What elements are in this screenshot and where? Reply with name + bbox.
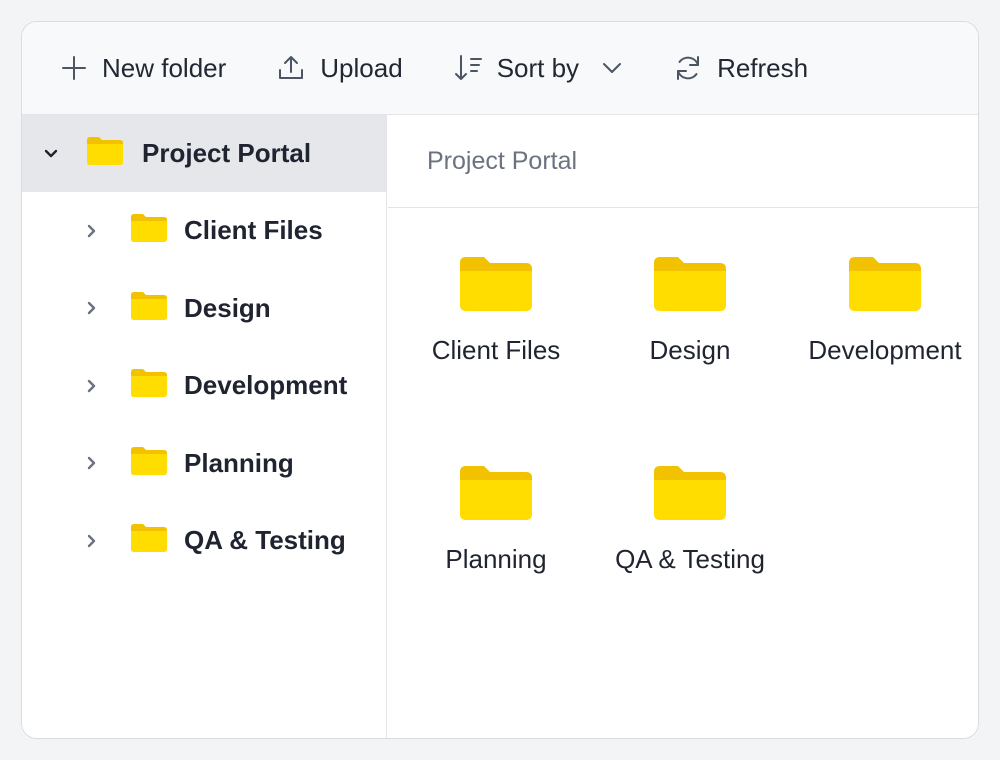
file-manager-window: New folder Upload Sort by Refresh Projec… — [21, 21, 979, 739]
toolbar: New folder Upload Sort by Refresh — [22, 22, 978, 115]
folder-tree: Project Portal Client Files Design Devel… — [22, 115, 387, 738]
new-folder-label: New folder — [102, 52, 227, 83]
chevron-right-icon[interactable] — [82, 222, 100, 240]
folder-icon — [788, 255, 978, 313]
folder-tile-label: Planning — [445, 544, 547, 574]
folder-icon — [130, 213, 168, 248]
folder-icon — [593, 255, 787, 313]
tree-item-label: Client Files — [184, 215, 323, 246]
folder-tile-label: Client Files — [431, 335, 561, 365]
tree-item-project-portal[interactable]: Project Portal — [22, 115, 386, 192]
upload-label: Upload — [320, 52, 403, 83]
sort-by-label: Sort by — [496, 52, 580, 83]
folder-tile-qa-testing[interactable]: QA & Testing — [593, 464, 787, 575]
folder-tile-label: QA & Testing — [615, 544, 765, 574]
tree-item-qa-testing[interactable]: QA & Testing — [22, 502, 386, 580]
folder-tile-design[interactable]: Design — [593, 255, 787, 366]
folder-icon — [399, 464, 593, 522]
folder-tile-planning[interactable]: Planning — [399, 464, 593, 575]
tree-item-development[interactable]: Development — [22, 347, 386, 425]
chevron-right-icon[interactable] — [82, 299, 100, 317]
tree-item-label: Development — [184, 370, 348, 401]
tree-item-label: Project Portal — [142, 138, 312, 168]
refresh-icon — [673, 53, 703, 83]
tree-item-label: Planning — [184, 447, 294, 478]
chevron-down-icon — [601, 57, 623, 79]
chevron-right-icon[interactable] — [82, 454, 100, 472]
tree-item-design[interactable]: Design — [22, 270, 386, 348]
folder-tile-label: Development — [808, 335, 962, 365]
folder-icon — [86, 136, 124, 171]
tree-item-client-files[interactable]: Client Files — [22, 192, 386, 270]
folder-tile-client-files[interactable]: Client Files — [399, 255, 593, 366]
folder-icon — [130, 446, 168, 481]
refresh-button[interactable]: Refresh — [673, 48, 808, 88]
breadcrumb-current[interactable]: Project Portal — [427, 147, 577, 176]
folder-icon — [130, 368, 168, 403]
folder-tile-label: Design — [649, 335, 731, 365]
refresh-label: Refresh — [717, 52, 809, 83]
tree-item-label: QA & Testing — [184, 525, 346, 556]
new-folder-button[interactable]: New folder — [60, 48, 226, 88]
sort-by-dropdown[interactable]: Sort by — [453, 48, 623, 88]
breadcrumb: Project Portal — [388, 115, 978, 208]
chevron-down-icon[interactable] — [42, 145, 60, 163]
tree-item-planning[interactable]: Planning — [22, 425, 386, 503]
upload-button[interactable]: Upload — [276, 48, 403, 88]
folder-icon — [130, 523, 168, 558]
folder-icon — [130, 291, 168, 326]
plus-icon — [60, 54, 88, 82]
tree-item-label: Design — [184, 292, 271, 323]
sort-icon — [453, 53, 483, 83]
folder-content-pane: Project Portal Client Files Design Devel… — [388, 115, 978, 738]
chevron-right-icon[interactable] — [82, 377, 100, 395]
chevron-right-icon[interactable] — [82, 532, 100, 550]
upload-icon — [276, 53, 306, 83]
folder-icon — [399, 255, 593, 313]
folder-icon — [593, 464, 787, 522]
folder-tile-development[interactable]: Development — [788, 255, 978, 366]
